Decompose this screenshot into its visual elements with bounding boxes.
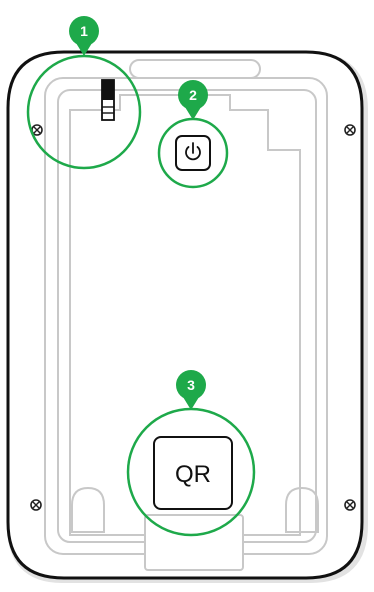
callout-2-number: 2 xyxy=(189,87,197,103)
slider-switch-icon xyxy=(101,79,115,121)
screw-icon xyxy=(344,124,356,136)
qr-code-sticker: QR xyxy=(153,436,233,510)
callout-1-number: 1 xyxy=(80,23,88,39)
screw-icon xyxy=(30,499,42,511)
device-back-panel-illustration: QR 1 2 3 xyxy=(6,16,368,583)
top-tab xyxy=(129,59,261,79)
callout-3-number: 3 xyxy=(187,377,195,393)
power-button xyxy=(175,135,211,171)
device-diagram: QR 1 2 3 xyxy=(0,0,374,592)
screw-icon xyxy=(344,499,356,511)
qr-code-label: QR xyxy=(175,461,211,488)
